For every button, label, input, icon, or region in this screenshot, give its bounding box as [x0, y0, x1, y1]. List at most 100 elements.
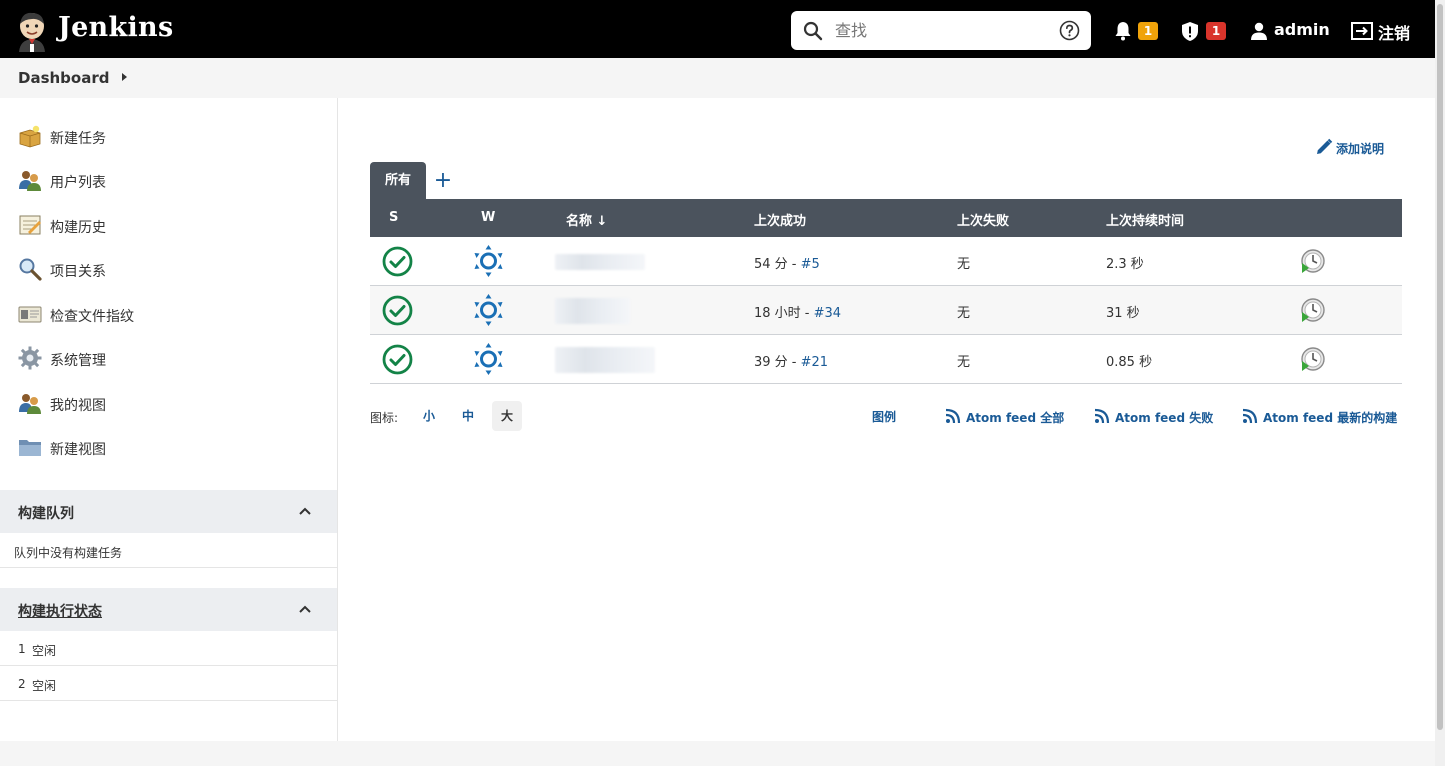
- brand-title[interactable]: Jenkins: [58, 12, 173, 43]
- last-success: 54 分 - #5: [754, 257, 820, 272]
- col-last-success[interactable]: 上次成功: [754, 210, 806, 229]
- shield-icon[interactable]: [1181, 21, 1199, 42]
- jenkins-logo-icon[interactable]: [16, 10, 48, 52]
- col-name[interactable]: 名称 ↓: [566, 210, 607, 229]
- job-name-redacted[interactable]: [555, 347, 655, 373]
- build-queue-header: 构建队列: [0, 490, 337, 533]
- col-weather[interactable]: W: [481, 210, 495, 225]
- success-check-icon: [382, 295, 413, 326]
- build-link[interactable]: #21: [801, 355, 828, 370]
- build-link[interactable]: #5: [801, 257, 820, 272]
- logout-link[interactable]: 注销: [1378, 20, 1410, 44]
- last-success: 18 小时 - #34: [754, 306, 842, 321]
- job-name-redacted[interactable]: [555, 298, 630, 324]
- bell-icon[interactable]: [1114, 21, 1132, 41]
- feed-all-label: Atom feed 全部: [966, 411, 1065, 425]
- rss-icon: [1094, 408, 1110, 424]
- col-status[interactable]: S: [389, 210, 398, 225]
- col-last-duration[interactable]: 上次持续时间: [1106, 210, 1184, 229]
- sidebar-item-my-views[interactable]: 我的视图: [18, 388, 318, 418]
- success-check-icon: [382, 344, 413, 375]
- sidebar-item-users[interactable]: 用户列表: [18, 165, 318, 195]
- table-row: 54 分 - #5 无 2.3 秒: [370, 237, 1402, 286]
- sidebar-item-label: 检查文件指纹: [50, 309, 134, 325]
- security-badge[interactable]: 1: [1206, 22, 1226, 40]
- legend-link[interactable]: 图例: [872, 408, 896, 425]
- executor-row: 1 空闲: [0, 631, 337, 666]
- top-header: Jenkins 1 1 admin 注销: [0, 0, 1435, 58]
- last-success: 39 分 - #21: [754, 355, 829, 370]
- sidebar-item-build-history[interactable]: 构建历史: [18, 210, 318, 240]
- last-failure: 无: [957, 257, 971, 272]
- sidebar-item-manage[interactable]: 系统管理: [18, 343, 318, 373]
- logout-icon[interactable]: [1351, 22, 1373, 40]
- sidebar-item-fingerprint[interactable]: 检查文件指纹: [18, 299, 318, 329]
- sidebar-item-label: 我的视图: [50, 398, 106, 414]
- table-row: 18 小时 - #34 无 31 秒: [370, 286, 1402, 335]
- sidebar-item-project-relationship[interactable]: 项目关系: [18, 254, 318, 284]
- sidebar-item-label: 系统管理: [50, 353, 106, 369]
- build-link[interactable]: #34: [814, 306, 841, 321]
- breadcrumb: Dashboard: [0, 58, 1435, 98]
- table-row: 39 分 - #21 无 0.85 秒: [370, 335, 1402, 384]
- last-duration: 31 秒: [1106, 306, 1140, 321]
- icon-size-large[interactable]: 大: [492, 401, 522, 431]
- job-name-redacted[interactable]: [555, 254, 645, 270]
- add-tab-icon[interactable]: +: [433, 169, 453, 193]
- success-check-icon: [382, 246, 413, 277]
- schedule-build-icon[interactable]: [1300, 249, 1326, 275]
- user-icon: [1251, 22, 1267, 40]
- sidebar-item-label: 新建视图: [50, 442, 106, 458]
- breadcrumb-dashboard[interactable]: Dashboard: [18, 69, 109, 87]
- gear-icon: [18, 346, 42, 370]
- fingerprint-icon: [18, 306, 42, 323]
- last-duration: 2.3 秒: [1106, 257, 1144, 272]
- sidebar-item-new-view[interactable]: 新建视图: [18, 432, 318, 462]
- page-footer: [0, 741, 1445, 766]
- sidebar-item-label: 用户列表: [50, 175, 106, 191]
- search-input[interactable]: [833, 18, 1043, 42]
- executor-number: 1: [18, 642, 26, 656]
- table-header: S W 名称 ↓ 上次成功 上次失败 上次持续时间: [370, 199, 1402, 237]
- pencil-icon: [1317, 138, 1333, 154]
- executor-row: 2 空闲: [0, 666, 337, 701]
- sidebar-item-new-item[interactable]: 新建任务: [18, 121, 318, 151]
- chevron-up-icon[interactable]: [298, 504, 312, 518]
- sidebar-item-label: 构建历史: [50, 220, 106, 236]
- scrollbar-thumb[interactable]: [1437, 4, 1443, 730]
- sunny-weather-icon: [474, 245, 503, 277]
- executor-status: 空闲: [32, 679, 57, 693]
- sunny-weather-icon: [474, 294, 503, 326]
- executors-header: 构建执行状态: [0, 588, 337, 631]
- icon-size-label: 图标:: [370, 411, 399, 425]
- feed-fail-label: Atom feed 失败: [1115, 411, 1214, 425]
- search-icon: [19, 258, 42, 281]
- build-queue-empty: 队列中没有构建任务: [0, 533, 337, 568]
- last-failure: 无: [957, 306, 971, 321]
- new-item-icon: [19, 125, 41, 148]
- chevron-up-icon[interactable]: [298, 602, 312, 616]
- icon-size-small[interactable]: 小: [414, 401, 444, 431]
- search-box[interactable]: [791, 11, 1091, 50]
- user-link[interactable]: admin: [1274, 20, 1330, 39]
- help-icon[interactable]: [1059, 20, 1080, 41]
- executors-title[interactable]: 构建执行状态: [18, 601, 102, 621]
- rss-icon: [1242, 408, 1258, 424]
- last-failure: 无: [957, 355, 971, 370]
- rss-icon: [945, 408, 961, 424]
- notifications-badge[interactable]: 1: [1138, 22, 1158, 40]
- users-icon: [19, 171, 41, 191]
- sidebar-item-label: 新建任务: [50, 131, 106, 147]
- sidebar-item-label: 项目关系: [50, 264, 106, 280]
- vertical-scrollbar[interactable]: [1435, 0, 1445, 766]
- schedule-build-icon[interactable]: [1300, 347, 1326, 373]
- schedule-build-icon[interactable]: [1300, 298, 1326, 324]
- icon-size-medium[interactable]: 中: [453, 401, 483, 431]
- col-last-failure[interactable]: 上次失败: [957, 210, 1009, 229]
- executor-status: 空闲: [32, 644, 57, 658]
- jobs-table: S W 名称 ↓ 上次成功 上次失败 上次持续时间 54 分 - #5 无 2.…: [370, 199, 1402, 384]
- sidebar: 新建任务 用户列表 构建历史 项目关系 检查文件指纹 系统管理 我的视图 新建视…: [0, 98, 338, 741]
- executor-number: 2: [18, 677, 26, 691]
- tab-all[interactable]: 所有: [370, 162, 426, 199]
- breadcrumb-arrow-icon[interactable]: [122, 73, 127, 81]
